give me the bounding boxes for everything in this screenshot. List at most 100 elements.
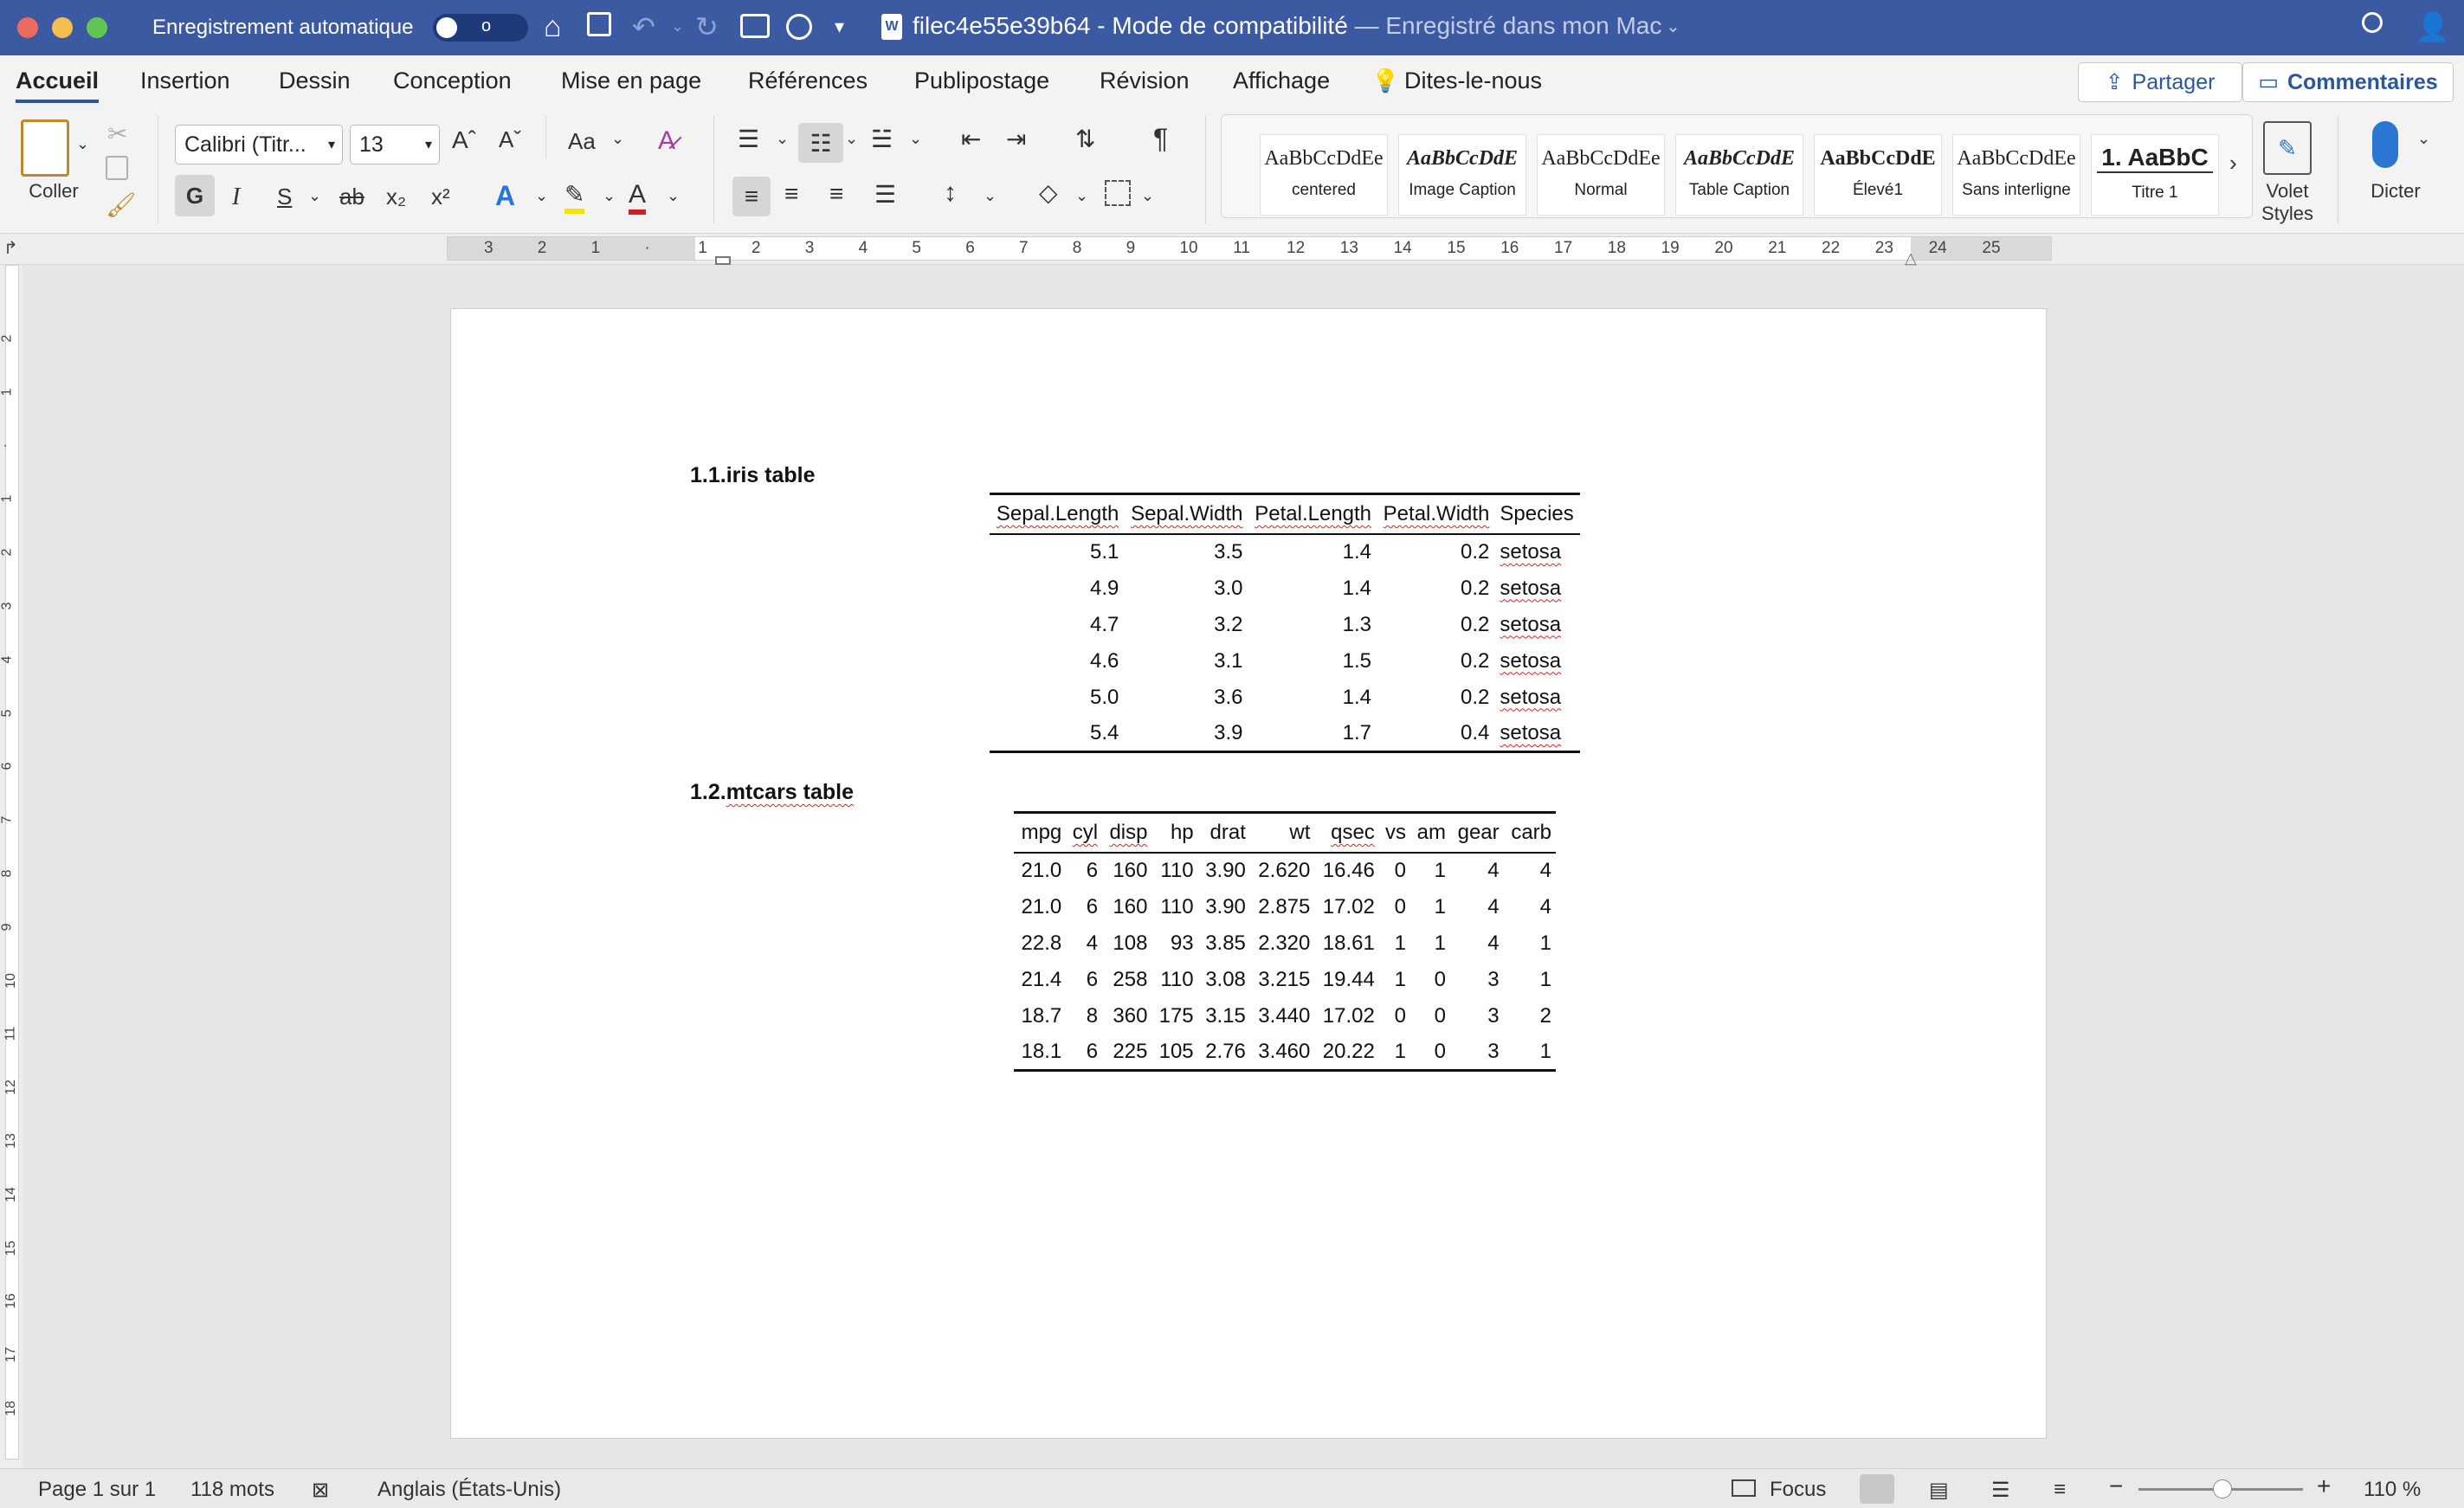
- style-image-caption[interactable]: AaBbCcDdE Image Caption: [1398, 134, 1526, 216]
- chevron-down-icon[interactable]: ⌄: [2417, 130, 2430, 148]
- format-painter-icon[interactable]: 🖌: [106, 190, 137, 219]
- borders-icon[interactable]: [1105, 180, 1131, 206]
- focus-button[interactable]: Focus: [1770, 1478, 1826, 1502]
- styles-pane-label[interactable]: Volet Styles: [2248, 180, 2327, 225]
- show-marks-icon[interactable]: ¶: [1153, 123, 1168, 155]
- paste-icon[interactable]: [21, 119, 69, 177]
- shrink-font-icon[interactable]: Aˇ: [499, 126, 521, 153]
- style-eleve1[interactable]: AaBbCcDdE Élevé1: [1814, 134, 1942, 216]
- change-case-button[interactable]: Aa: [568, 128, 596, 155]
- document-page[interactable]: 1.1.iris table Sepal.Length Sepal.Width Pe…: [450, 308, 2047, 1439]
- mtcars-table[interactable]: mpg cyl disp hp drat wt qsec vs am gear carb 21.0 6…: [1014, 811, 1556, 1072]
- font-color-icon[interactable]: A: [629, 180, 647, 215]
- save-location[interactable]: — Enregistré dans mon Mac: [1355, 12, 1662, 39]
- chevron-down-icon[interactable]: ⌄: [611, 130, 624, 148]
- increase-indent-icon[interactable]: ⇥: [1006, 125, 1026, 153]
- tab-affichage[interactable]: Affichage: [1233, 68, 1330, 94]
- close-window-button[interactable]: [17, 17, 38, 38]
- language[interactable]: Anglais (États-Unis): [377, 1478, 561, 1502]
- chevron-down-icon[interactable]: ⌄: [603, 187, 616, 205]
- redo-icon[interactable]: ↻: [695, 10, 719, 43]
- tab-conception[interactable]: Conception: [393, 68, 512, 94]
- underline-button[interactable]: S: [277, 184, 292, 210]
- comments-button[interactable]: ▭ Commentaires: [2242, 62, 2454, 102]
- style-centered[interactable]: AaBbCcDdEe centered: [1260, 134, 1388, 216]
- align-left-icon[interactable]: ≡: [732, 177, 771, 216]
- title-chevron-icon[interactable]: ⌄: [1666, 16, 1680, 37]
- font-name-select[interactable]: Calibri (Titr... ▾: [175, 125, 343, 164]
- tab-insertion[interactable]: Insertion: [140, 68, 230, 94]
- focus-icon[interactable]: [1732, 1479, 1756, 1497]
- style-normal[interactable]: AaBbCcDdEe Normal: [1537, 134, 1665, 216]
- proofing-icon[interactable]: ⊠: [312, 1478, 329, 1503]
- circle-icon[interactable]: [786, 14, 812, 40]
- zoom-in-icon[interactable]: +: [2317, 1473, 2331, 1500]
- multilevel-list-icon[interactable]: ☱: [871, 125, 893, 153]
- strikethrough-button[interactable]: ab: [339, 184, 364, 210]
- chevron-down-icon[interactable]: ⌄: [845, 130, 858, 148]
- word-count[interactable]: 118 mots: [190, 1478, 274, 1502]
- print-layout-icon[interactable]: [1860, 1474, 1894, 1504]
- outline-view-icon[interactable]: ☰: [1991, 1478, 2010, 1503]
- print-icon[interactable]: [740, 14, 770, 38]
- zoom-slider[interactable]: [2138, 1479, 2303, 1498]
- tab-mise-en-page[interactable]: Mise en page: [561, 68, 701, 94]
- zoom-window-button[interactable]: [87, 17, 107, 38]
- style-titre1[interactable]: 1. AaBbC Titre 1: [2091, 134, 2219, 216]
- customize-toolbar-icon[interactable]: ▾: [835, 16, 844, 38]
- style-table-caption[interactable]: AaBbCcDdE Table Caption: [1675, 134, 1803, 216]
- cut-icon[interactable]: ✂: [107, 119, 127, 148]
- tab-stop-icon[interactable]: ↱: [3, 237, 18, 259]
- zoom-slider-thumb[interactable]: [2213, 1479, 2232, 1498]
- zoom-level[interactable]: 110 %: [2364, 1478, 2421, 1502]
- tab-accueil[interactable]: Accueil: [16, 68, 100, 103]
- tab-revision[interactable]: Révision: [1100, 68, 1190, 94]
- grow-font-icon[interactable]: Aˆ: [452, 126, 476, 154]
- shading-icon[interactable]: ◇: [1039, 178, 1058, 207]
- chevron-down-icon[interactable]: ⌄: [776, 130, 789, 148]
- align-right-icon[interactable]: ≡: [829, 180, 843, 208]
- text-effects-icon[interactable]: A: [495, 180, 515, 212]
- superscript-button[interactable]: x²: [431, 184, 450, 210]
- italic-button[interactable]: I: [232, 184, 240, 211]
- account-icon[interactable]: 👤: [2416, 10, 2450, 43]
- vertical-ruler[interactable]: 21·123456789101112131415161718: [0, 265, 23, 1468]
- gallery-next-icon[interactable]: ›: [2229, 150, 2237, 177]
- minimize-window-button[interactable]: [52, 17, 73, 38]
- font-size-select[interactable]: 13 ▾: [350, 125, 440, 164]
- chevron-down-icon[interactable]: ⌄: [535, 187, 548, 205]
- bullets-icon[interactable]: ☰: [738, 125, 759, 153]
- undo-dropdown-icon[interactable]: ⌄: [671, 17, 684, 35]
- numbering-icon[interactable]: ☷: [798, 123, 843, 163]
- home-icon[interactable]: ⌂: [544, 10, 562, 44]
- styles-pane-icon[interactable]: ✎: [2263, 121, 2312, 175]
- save-icon[interactable]: [587, 12, 611, 36]
- chevron-down-icon[interactable]: ⌄: [308, 187, 321, 205]
- sort-icon[interactable]: ⇅: [1075, 125, 1095, 153]
- paste-dropdown-icon[interactable]: ⌄: [76, 135, 89, 153]
- zoom-out-icon[interactable]: −: [2109, 1473, 2123, 1500]
- tab-tell-me[interactable]: Dites-le-nous: [1404, 68, 1542, 94]
- iris-table[interactable]: Sepal.Length Sepal.Width Petal.Length Petal…: [990, 493, 1580, 753]
- justify-icon[interactable]: ☰: [874, 180, 896, 209]
- style-sans-interligne[interactable]: AaBbCcDdEe Sans interligne: [1952, 134, 2080, 216]
- copy-icon[interactable]: [106, 156, 128, 180]
- tab-publipostage[interactable]: Publipostage: [914, 68, 1049, 94]
- line-spacing-icon[interactable]: ↕: [944, 178, 957, 208]
- align-center-icon[interactable]: ≡: [784, 180, 798, 208]
- bold-button[interactable]: G: [175, 175, 215, 216]
- tab-references[interactable]: Références: [748, 68, 868, 94]
- microphone-icon[interactable]: [2372, 121, 2398, 168]
- web-layout-icon[interactable]: ▤: [1929, 1478, 1949, 1503]
- chevron-down-icon[interactable]: ⌄: [909, 130, 922, 148]
- chevron-down-icon[interactable]: ⌄: [1075, 187, 1088, 205]
- highlight-icon[interactable]: ✎: [564, 180, 585, 214]
- dictate-label[interactable]: Dicter: [2360, 180, 2431, 203]
- search-icon[interactable]: [2362, 12, 2383, 33]
- undo-icon[interactable]: ↶: [632, 10, 655, 43]
- autosave-toggle[interactable]: o: [433, 14, 528, 42]
- chevron-down-icon[interactable]: ⌄: [1141, 187, 1154, 205]
- horizontal-ruler[interactable]: ↱ 3 2 1 · 1 2 3 4 5 6 7 8 9 10 11 12 13 14 15 16 17 18 19 20 21 2…: [0, 234, 2464, 267]
- indent-marker[interactable]: [715, 256, 731, 265]
- tab-dessin[interactable]: Dessin: [279, 68, 351, 94]
